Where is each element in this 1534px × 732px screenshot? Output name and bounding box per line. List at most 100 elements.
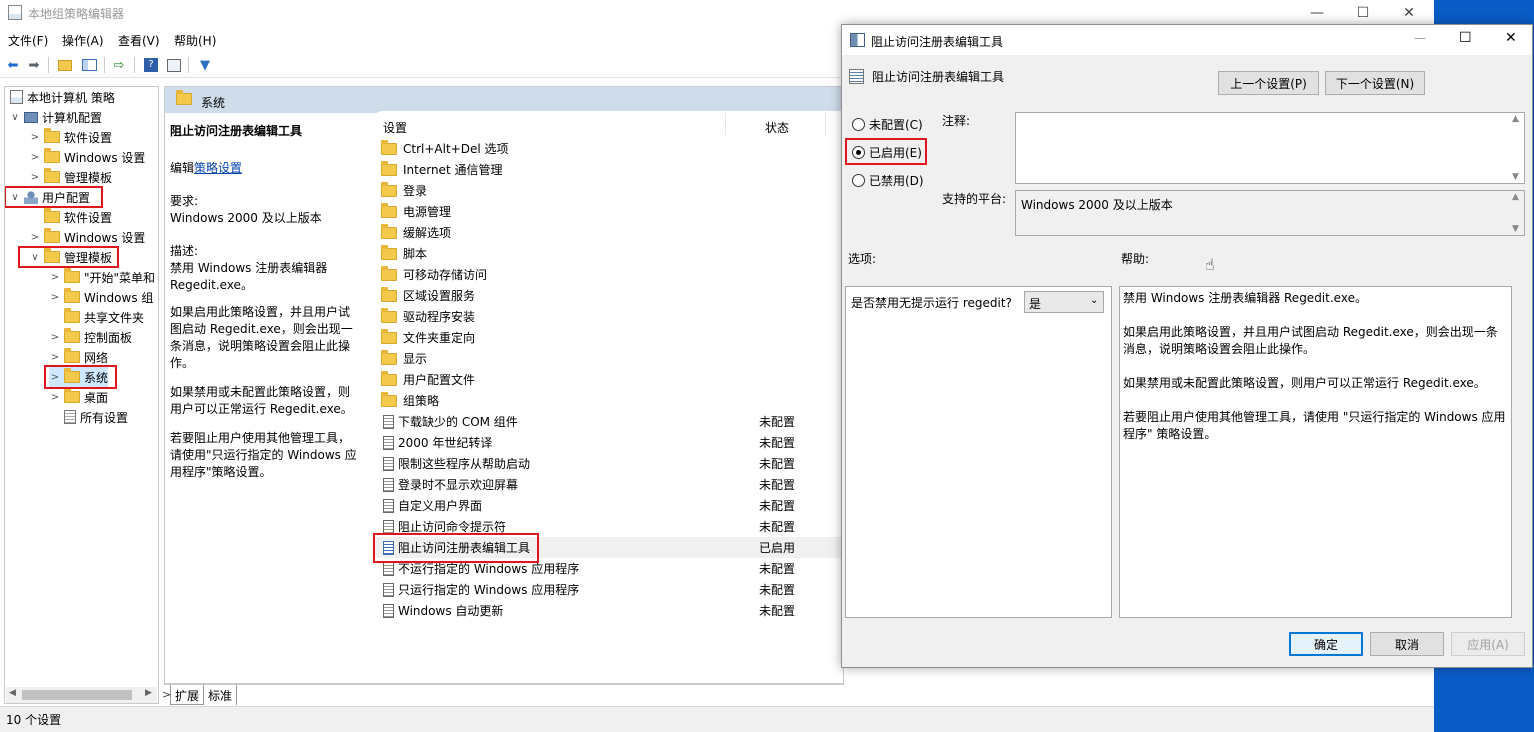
tab-standard[interactable]: 标准	[204, 685, 238, 705]
scroll-up-icon[interactable]: ▲	[1512, 192, 1519, 202]
list-item-folder[interactable]: 电源管理	[373, 201, 843, 222]
scroll-down-icon[interactable]: ▼	[1512, 172, 1519, 182]
radio-circle[interactable]	[852, 118, 865, 131]
list-item-policy[interactable]: 只运行指定的 Windows 应用程序 未配置	[373, 579, 843, 600]
chevron-right-icon[interactable]: >	[29, 172, 41, 183]
tree-item-windows-components[interactable]: > Windows 组	[49, 287, 153, 307]
tree-item-software-settings[interactable]: > 软件设置	[29, 127, 112, 147]
tree-item-all-settings[interactable]: 所有设置	[49, 407, 128, 427]
platform-scrollbar[interactable]: ▲ ▼	[1510, 191, 1524, 235]
chevron-right-icon[interactable]: >	[29, 152, 41, 163]
column-separator[interactable]	[725, 113, 726, 135]
folder-icon	[381, 370, 397, 386]
menu-view[interactable]: 查看(V)	[118, 32, 160, 49]
list-item-folder[interactable]: 组策略	[373, 390, 843, 411]
list-item-policy[interactable]: 限制这些程序从帮助启动 未配置	[373, 453, 843, 474]
cancel-button[interactable]: 取消	[1370, 632, 1444, 656]
edit-policy-link[interactable]: 策略设置	[194, 161, 242, 175]
tree-item-start-menu[interactable]: > "开始"菜单和	[49, 267, 155, 287]
folder-icon	[64, 328, 80, 343]
chevron-right-icon[interactable]: >	[49, 352, 61, 363]
help-icon[interactable]: ?	[142, 56, 160, 74]
list-item-policy[interactable]: 登录时不显示欢迎屏幕 未配置	[373, 474, 843, 495]
chevron-right-icon[interactable]: >	[49, 392, 61, 403]
chevron-right-icon[interactable]: >	[29, 132, 41, 143]
folder-icon	[44, 148, 60, 163]
list-item-policy[interactable]: 2000 年世纪转译 未配置	[373, 432, 843, 453]
menu-help[interactable]: 帮助(H)	[174, 32, 216, 49]
tree-item-windows-settings[interactable]: > Windows 设置	[29, 147, 145, 167]
column-separator[interactable]	[825, 113, 826, 135]
list-item-folder[interactable]: Internet 通信管理	[373, 159, 843, 180]
list-item-folder[interactable]: 区域设置服务	[373, 285, 843, 306]
chevron-down-icon[interactable]: ∨	[9, 112, 21, 123]
column-header-setting[interactable]: 设置	[383, 119, 407, 136]
close-icon[interactable]: ✕	[1505, 30, 1517, 46]
scroll-left-icon[interactable]: ◀	[9, 688, 16, 698]
properties-icon[interactable]	[165, 56, 183, 74]
tree-item-admin-templates[interactable]: > 管理模板	[29, 167, 112, 187]
export-list-icon[interactable]: ⇨	[110, 56, 128, 74]
list-item-policy[interactable]: 下载缺少的 COM 组件 未配置	[373, 411, 843, 432]
list-item-folder[interactable]: 驱动程序安装	[373, 306, 843, 327]
radio-not-configured[interactable]: 未配置(C)	[852, 116, 923, 133]
minimize-icon[interactable]: —	[1414, 31, 1426, 45]
next-setting-button[interactable]: 下一个设置(N)	[1325, 71, 1425, 95]
tree-item-user-windows-settings[interactable]: > Windows 设置	[29, 227, 145, 247]
requirements-label: 要求:	[170, 194, 199, 208]
tree-horizontal-scrollbar[interactable]: ◀ ▶	[6, 687, 157, 703]
comment-textarea[interactable]: ▲ ▼	[1015, 112, 1525, 184]
option-dropdown[interactable]: 是 ⌄	[1024, 291, 1104, 313]
list-item-folder[interactable]: 登录	[373, 180, 843, 201]
list-item-folder[interactable]: 脚本	[373, 243, 843, 264]
scroll-right-icon[interactable]: ▶	[145, 688, 152, 698]
tree-item-computer-config[interactable]: ∨ 计算机配置	[9, 107, 102, 127]
previous-setting-button[interactable]: 上一个设置(P)	[1218, 71, 1319, 95]
scroll-up-icon[interactable]: ▲	[1512, 114, 1519, 124]
radio-circle[interactable]	[852, 174, 865, 187]
tree-item-desktop[interactable]: > 桌面	[49, 387, 108, 407]
show-tree-icon[interactable]	[80, 56, 98, 74]
list-item-folder[interactable]: 用户配置文件	[373, 369, 843, 390]
list-item-policy[interactable]: 自定义用户界面 未配置	[373, 495, 843, 516]
chevron-right-icon[interactable]: >	[49, 292, 61, 303]
radio-disabled[interactable]: 已禁用(D)	[852, 172, 924, 189]
list-item-policy[interactable]: Windows 自动更新 未配置	[373, 600, 843, 621]
close-icon[interactable]: ✕	[1386, 0, 1432, 26]
list-item-folder[interactable]: 显示	[373, 348, 843, 369]
back-arrow-icon[interactable]: ⬅	[4, 56, 22, 74]
list-item-folder[interactable]: 文件夹重定向	[373, 327, 843, 348]
chevron-right-icon[interactable]: >	[29, 232, 41, 243]
folder-icon	[381, 223, 397, 239]
scroll-down-icon[interactable]: ▼	[1512, 224, 1519, 234]
maximize-icon[interactable]: ☐	[1459, 30, 1472, 46]
filter-icon[interactable]: ▼	[196, 56, 214, 74]
list-item-folder[interactable]: 缓解选项	[373, 222, 843, 243]
chevron-down-icon[interactable]: ⌄	[1090, 295, 1098, 306]
tree-item-shared-folders[interactable]: 共享文件夹	[49, 307, 144, 327]
scroll-thumb[interactable]	[22, 690, 132, 700]
dialog-title-bar: 阻止访问注册表编辑工具 — ☐ ✕	[842, 25, 1532, 55]
tree-item-control-panel[interactable]: > 控制面板	[49, 327, 132, 347]
forward-arrow-icon[interactable]: ➡	[25, 56, 43, 74]
menu-action[interactable]: 操作(A)	[62, 32, 104, 49]
tree-item-user-software-settings[interactable]: 软件设置	[29, 207, 112, 227]
comment-scrollbar[interactable]: ▲ ▼	[1510, 113, 1524, 183]
up-folder-icon[interactable]	[56, 56, 74, 74]
list-item-folder[interactable]: Ctrl+Alt+Del 选项	[373, 138, 843, 159]
ok-button[interactable]: 确定	[1289, 632, 1363, 656]
column-header-state[interactable]: 状态	[765, 119, 789, 136]
apply-button[interactable]: 应用(A)	[1451, 632, 1525, 656]
chevron-right-icon[interactable]: >	[49, 332, 61, 343]
maximize-icon[interactable]: ☐	[1340, 0, 1386, 26]
chevron-right-icon[interactable]: >	[49, 272, 61, 283]
description-p2: 如果启用此策略设置，并且用户试图启动 Regedit.exe，则会出现一条消息，…	[170, 305, 353, 370]
minimize-icon[interactable]: —	[1294, 0, 1340, 26]
tab-extended[interactable]: 扩展	[170, 685, 205, 705]
list-item-folder[interactable]: 可移动存储访问	[373, 264, 843, 285]
policy-setting-icon	[849, 69, 864, 84]
tree-item-network[interactable]: > 网络	[49, 347, 108, 367]
menu-file[interactable]: 文件(F)	[8, 32, 48, 49]
highlight-box	[5, 186, 103, 208]
tree-item-local-computer-policy[interactable]: 本地计算机 策略	[7, 87, 115, 107]
